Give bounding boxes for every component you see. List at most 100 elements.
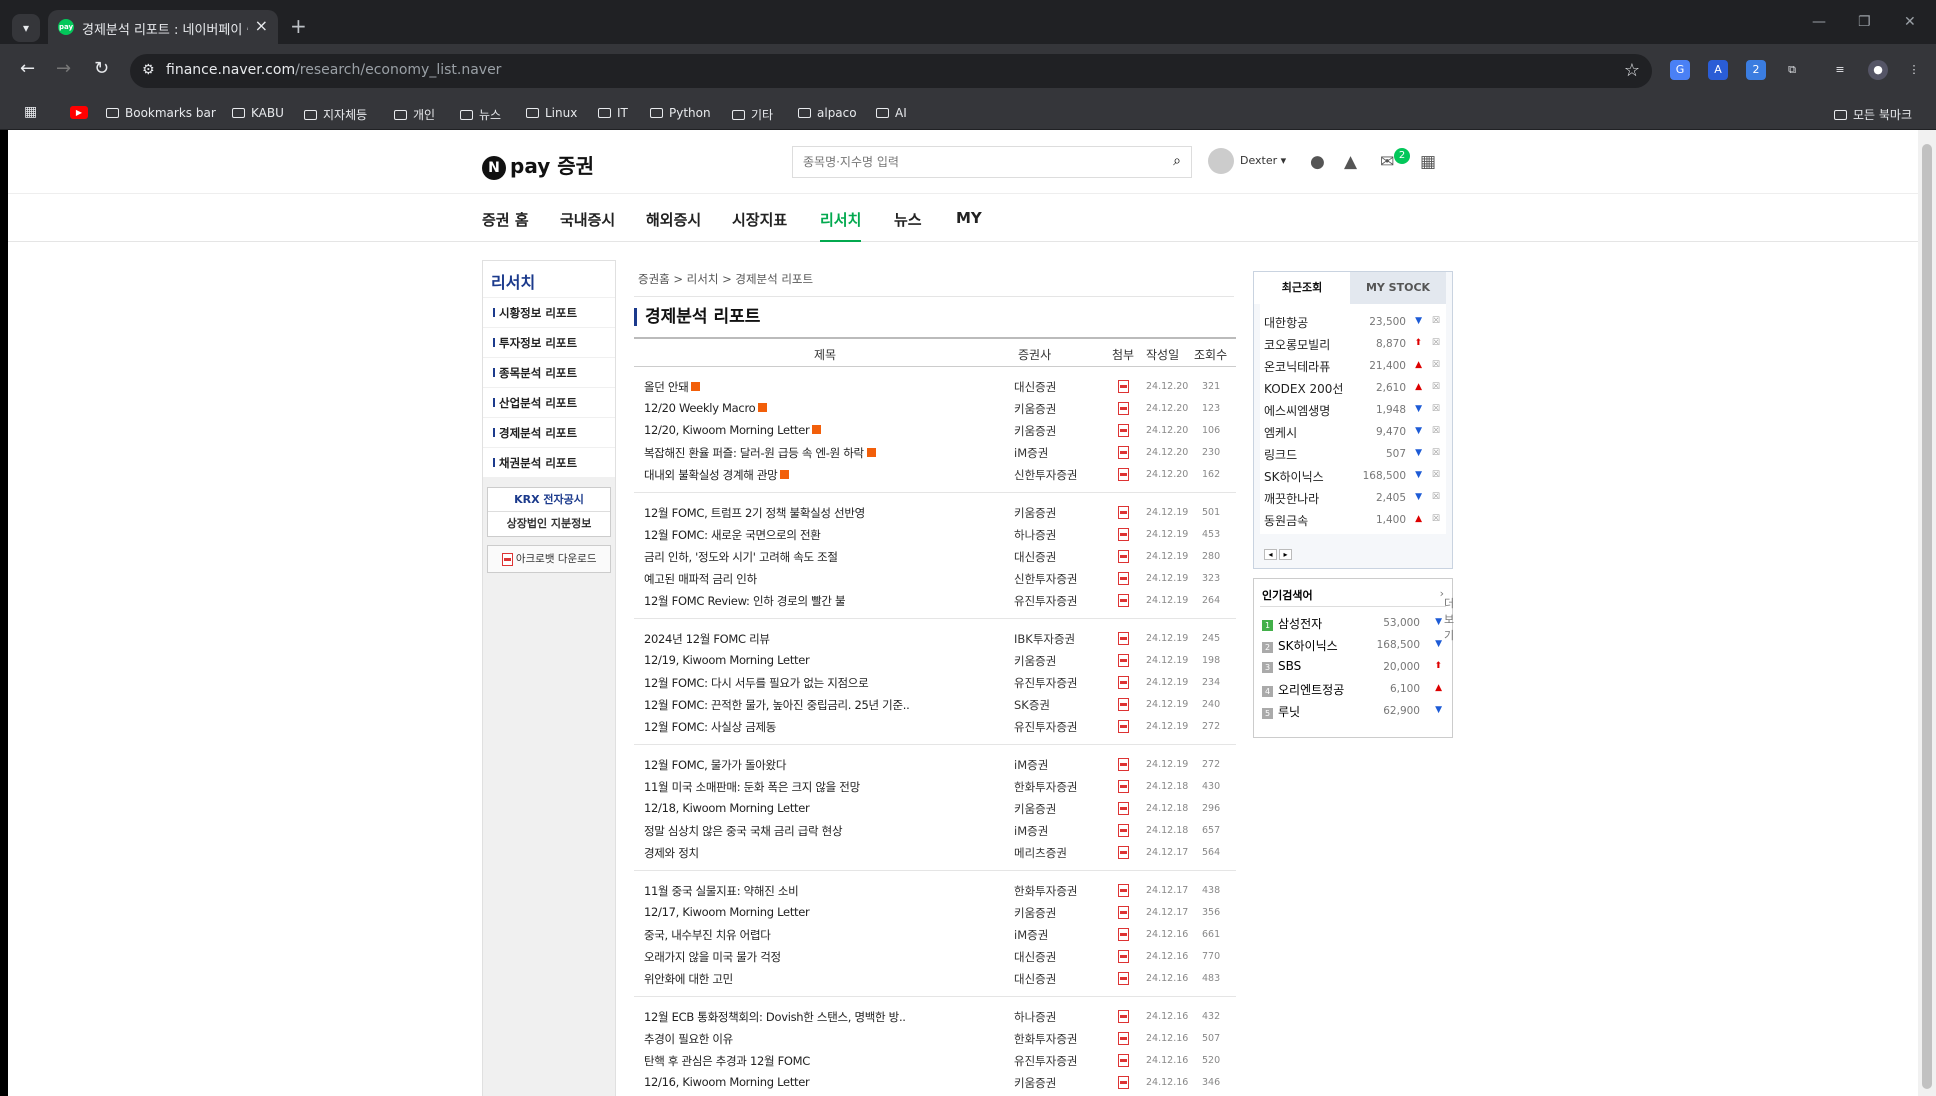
prev-page-icon[interactable]: ◂ bbox=[1264, 549, 1277, 560]
sidebar-item-economy[interactable]: 경제분석 리포트 bbox=[483, 418, 615, 447]
next-page-icon[interactable]: ▸ bbox=[1279, 549, 1292, 560]
pdf-icon[interactable] bbox=[1118, 720, 1129, 733]
stock-name[interactable]: 엠케시 bbox=[1264, 424, 1297, 441]
remove-icon[interactable]: ☒ bbox=[1432, 448, 1440, 458]
page-scrollbar[interactable] bbox=[1918, 130, 1936, 1096]
bell-icon[interactable]: ▲ bbox=[1344, 152, 1357, 172]
report-title-link[interactable]: 12/18, Kiwoom Morning Letter bbox=[644, 801, 1029, 815]
stock-name[interactable]: 깨끗한나라 bbox=[1264, 490, 1319, 507]
report-title-link[interactable]: 12/16, Kiwoom Morning Letter bbox=[644, 1075, 1029, 1089]
stock-name[interactable]: 에스씨엠생명 bbox=[1264, 402, 1330, 419]
listed-share-link[interactable]: 상장법인 지분정보 bbox=[488, 512, 610, 536]
reading-list-icon[interactable]: ≡ bbox=[1830, 60, 1850, 80]
search-icon[interactable]: ⌕ bbox=[1173, 153, 1181, 169]
recent-stock-item[interactable]: 동원금속 1,400 ▲ ☒ bbox=[1260, 508, 1446, 530]
pdf-icon[interactable] bbox=[1118, 972, 1129, 985]
report-title-link[interactable]: 위안화에 대한 고민 bbox=[644, 971, 1029, 987]
report-title-link[interactable]: 12/17, Kiwoom Morning Letter bbox=[644, 905, 1029, 919]
nav-my[interactable]: MY bbox=[956, 209, 982, 227]
stock-name[interactable]: 동원금속 bbox=[1264, 512, 1308, 529]
more-link[interactable]: › 더보기 bbox=[1440, 587, 1455, 642]
recent-stock-item[interactable]: SK하이닉스 168,500 ▼ ☒ bbox=[1260, 464, 1446, 486]
pdf-icon[interactable] bbox=[1118, 950, 1129, 963]
report-title-link[interactable]: 올던 안돼 bbox=[644, 379, 1029, 395]
remove-icon[interactable]: ☒ bbox=[1432, 514, 1440, 524]
chat-icon[interactable]: ● bbox=[1310, 152, 1325, 172]
report-title-link[interactable]: 12월 FOMC Review: 인하 경로의 빨간 불 bbox=[644, 593, 1029, 609]
profile-avatar-icon[interactable]: ● bbox=[1868, 60, 1888, 80]
report-title-link[interactable]: 12월 FOMC: 새로운 국면으로의 전환 bbox=[644, 527, 1029, 543]
nav-stock-home[interactable]: 증권 홈 bbox=[482, 209, 529, 230]
site-info-icon[interactable]: ⚙ bbox=[142, 62, 155, 78]
extensions-puzzle-icon[interactable]: ⧉ bbox=[1782, 60, 1802, 80]
pdf-icon[interactable] bbox=[1118, 780, 1129, 793]
pdf-icon[interactable] bbox=[1118, 1010, 1129, 1023]
url-text[interactable]: finance.naver.com/research/economy_list.… bbox=[166, 62, 501, 78]
nav-market-index[interactable]: 시장지표 bbox=[732, 209, 787, 230]
pdf-icon[interactable] bbox=[1118, 572, 1129, 585]
popular-stock[interactable]: 4 오리엔트정공 bbox=[1262, 681, 1344, 698]
pdf-icon[interactable] bbox=[1118, 802, 1129, 815]
extension-badge-icon[interactable]: 2 bbox=[1746, 60, 1766, 80]
pdf-icon[interactable] bbox=[1118, 906, 1129, 919]
pdf-icon[interactable] bbox=[1118, 468, 1129, 481]
recent-stock-item[interactable]: 온코닉테라퓨 21,400 ▲ ☒ bbox=[1260, 354, 1446, 376]
popular-stock[interactable]: 2 SK하이닉스 bbox=[1262, 637, 1338, 654]
remove-icon[interactable]: ☒ bbox=[1432, 426, 1440, 436]
nav-news[interactable]: 뉴스 bbox=[894, 209, 922, 230]
pdf-icon[interactable] bbox=[1118, 676, 1129, 689]
user-menu[interactable]: Dexter ▾ bbox=[1208, 148, 1286, 174]
bookmark-folder[interactable]: alpaco bbox=[798, 106, 857, 120]
report-title-link[interactable]: 금리 인하, '정도와 시기' 고려해 속도 조절 bbox=[644, 549, 1029, 565]
popular-stock[interactable]: 3 SBS bbox=[1262, 659, 1301, 673]
popular-item[interactable]: 4 오리엔트정공 6,100 ▲ bbox=[1260, 677, 1446, 699]
pdf-icon[interactable] bbox=[1118, 402, 1129, 415]
report-title-link[interactable]: 12월 ECB 통화정책회의: Dovish한 스탠스, 명백한 방.. bbox=[644, 1009, 1029, 1025]
sidebar-item-industry[interactable]: 산업분석 리포트 bbox=[483, 388, 615, 417]
bookmark-folder[interactable]: 개인 bbox=[394, 106, 435, 123]
close-tab-icon[interactable]: × bbox=[255, 16, 268, 35]
report-title-link[interactable]: 12월 FOMC: 끈적한 물가, 높아진 중립금리. 25년 기준.. bbox=[644, 697, 1029, 713]
pdf-icon[interactable] bbox=[1118, 698, 1129, 711]
bookmark-folder[interactable]: AI bbox=[876, 106, 907, 120]
minimize-icon[interactable]: — bbox=[1812, 14, 1826, 30]
bookmark-folder[interactable]: 지자체등 bbox=[304, 106, 367, 123]
browser-menu-icon[interactable]: ⋮ bbox=[1904, 60, 1924, 80]
report-title-link[interactable]: 정말 심상치 않은 중국 국채 금리 급락 현상 bbox=[644, 823, 1029, 839]
translate-extension-icon[interactable]: G bbox=[1670, 60, 1690, 80]
browser-tab[interactable]: pay 경제분석 리포트 : 네이버페이 증권 × bbox=[48, 10, 278, 44]
remove-icon[interactable]: ☒ bbox=[1432, 404, 1440, 414]
pdf-icon[interactable] bbox=[1118, 594, 1129, 607]
restore-icon[interactable]: ❐ bbox=[1858, 14, 1871, 30]
stock-search-input[interactable] bbox=[793, 147, 1133, 177]
popular-item[interactable]: 5 루닛 62,900 ▼ bbox=[1260, 699, 1446, 721]
naver-pay-logo[interactable]: Npay 증권 bbox=[482, 150, 594, 180]
popular-item[interactable]: 3 SBS 20,000 ⬆ bbox=[1260, 655, 1446, 677]
pdf-icon[interactable] bbox=[1118, 846, 1129, 859]
popular-stock[interactable]: 5 루닛 bbox=[1262, 703, 1300, 720]
report-title-link[interactable]: 예고된 매파적 금리 인하 bbox=[644, 571, 1029, 587]
pdf-icon[interactable] bbox=[1118, 506, 1129, 519]
sidebar-item-bond[interactable]: 채권분석 리포트 bbox=[483, 448, 615, 477]
report-title-link[interactable]: 12/20, Kiwoom Morning Letter bbox=[644, 423, 1029, 437]
remove-icon[interactable]: ☒ bbox=[1432, 338, 1440, 348]
bookmark-folder[interactable]: Linux bbox=[526, 106, 577, 120]
pdf-icon[interactable] bbox=[1118, 1032, 1129, 1045]
report-title-link[interactable]: 12/20 Weekly Macro bbox=[644, 401, 1029, 415]
report-title-link[interactable]: 추경이 필요한 이유 bbox=[644, 1031, 1029, 1047]
remove-icon[interactable]: ☒ bbox=[1432, 316, 1440, 326]
pdf-icon[interactable] bbox=[1118, 424, 1129, 437]
bookmark-folder[interactable]: 뉴스 bbox=[460, 106, 501, 123]
recent-stock-item[interactable]: 깨끗한나라 2,405 ▼ ☒ bbox=[1260, 486, 1446, 508]
report-title-link[interactable]: 12월 FOMC: 사실상 금제동 bbox=[644, 719, 1029, 735]
popular-stock[interactable]: 1 삼성전자 bbox=[1262, 615, 1322, 632]
report-title-link[interactable]: 12월 FOMC, 트럼프 2기 정책 불확실성 선반영 bbox=[644, 505, 1029, 521]
remove-icon[interactable]: ☒ bbox=[1432, 360, 1440, 370]
scrollbar-thumb[interactable] bbox=[1922, 144, 1932, 1089]
mail-icon[interactable]: ✉ bbox=[1380, 152, 1394, 172]
recent-stock-item[interactable]: 링크드 507 ▼ ☒ bbox=[1260, 442, 1446, 464]
bookmark-folder[interactable]: Python bbox=[650, 106, 711, 120]
report-title-link[interactable]: 11월 중국 실물지표: 약해진 소비 bbox=[644, 883, 1029, 899]
sidebar-item-invest-info[interactable]: 투자정보 리포트 bbox=[483, 328, 615, 357]
pdf-icon[interactable] bbox=[1118, 446, 1129, 459]
